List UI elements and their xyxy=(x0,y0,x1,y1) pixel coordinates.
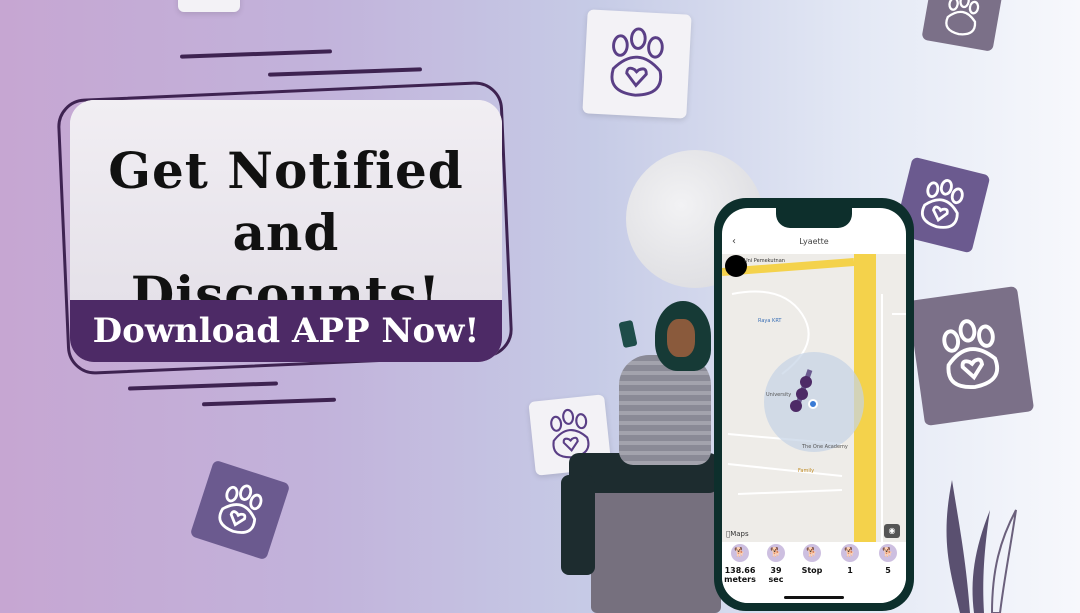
map-label: Raya KRT xyxy=(758,318,782,324)
paw-tile xyxy=(921,0,1003,52)
stat-time[interactable]: 🐕 39 sec xyxy=(758,544,794,584)
chevron-left-icon[interactable]: ‹ xyxy=(732,230,736,254)
stat-unit: sec xyxy=(768,575,784,584)
map-label: Family xyxy=(798,468,815,474)
paw-heart-icon xyxy=(610,27,664,97)
plant-icon xyxy=(946,480,1017,613)
paw-tile xyxy=(189,459,291,561)
speed-line xyxy=(201,397,337,407)
phone-screen: ‹ Lyaette Uni Pemekutnan Raya KRT Univer… xyxy=(722,208,906,603)
download-app-button[interactable]: Download APP Now! xyxy=(70,300,502,362)
promo-banner: Get Notified and Discounts! Download APP… xyxy=(56,80,514,376)
woman-illustration xyxy=(555,295,735,613)
map-drawing xyxy=(722,254,906,542)
speed-line xyxy=(179,49,333,59)
dog-distance-icon: 🐕 xyxy=(731,544,749,562)
banner-panel: Get Notified and Discounts! Download APP… xyxy=(70,100,502,362)
dog-time-icon: 🐕 xyxy=(767,544,785,562)
map-label: Uni Pemekutnan xyxy=(744,258,785,264)
app-title: Lyaette xyxy=(799,237,829,246)
speed-line xyxy=(127,381,279,391)
stat-run[interactable]: 🐕 5 xyxy=(870,544,906,575)
torso xyxy=(619,355,711,465)
stat-stop[interactable]: 🐕 Stop xyxy=(794,544,830,575)
paw-heart-icon xyxy=(942,319,1000,389)
seat-block xyxy=(591,483,721,613)
dog-stop-icon: 🐕 xyxy=(803,544,821,562)
home-indicator xyxy=(784,596,844,599)
camera-icon[interactable]: ◉ xyxy=(884,524,900,538)
leg-lower xyxy=(561,475,595,575)
stat-value: 39 xyxy=(770,566,782,575)
phone-mockup: ‹ Lyaette Uni Pemekutnan Raya KRT Univer… xyxy=(714,198,914,611)
stat-value: Stop xyxy=(801,566,823,575)
stat-value: 138.66 xyxy=(724,566,756,575)
dog-walk-icon: 🐕 xyxy=(841,544,859,562)
paw-tile xyxy=(907,285,1035,427)
paw-heart-icon xyxy=(945,0,980,36)
app-title-bar: ‹ Lyaette xyxy=(722,230,906,254)
stats-bar: 🐕 138.66 meters 🐕 39 sec 🐕 Stop 🐕 1 🐕 5 xyxy=(722,542,906,603)
stat-distance[interactable]: 🐕 138.66 meters xyxy=(722,544,758,584)
stat-value: 1 xyxy=(847,566,853,575)
paw-heart-icon xyxy=(920,179,964,229)
stat-walk[interactable]: 🐕 1 xyxy=(832,544,868,575)
stat-unit: meters xyxy=(724,575,756,584)
map-view[interactable]: Uni Pemekutnan Raya KRT University The O… xyxy=(722,254,906,542)
headline-line-1: Get Notified xyxy=(108,141,464,200)
paw-heart-icon xyxy=(218,484,263,534)
dog-run-icon: 🐕 xyxy=(879,544,897,562)
map-label: University xyxy=(766,392,792,398)
face xyxy=(667,319,695,357)
maps-attribution: Maps xyxy=(726,530,749,538)
stat-value: 5 xyxy=(885,566,891,575)
phone-notch xyxy=(776,208,852,228)
headline: Get Notified and Discounts! xyxy=(70,140,502,326)
paw-tile xyxy=(582,9,692,119)
speed-line xyxy=(267,67,423,77)
held-phone xyxy=(618,319,638,349)
paw-tile xyxy=(178,0,240,12)
maps-label: Maps xyxy=(726,530,748,538)
map-label: The One Academy xyxy=(802,444,848,450)
